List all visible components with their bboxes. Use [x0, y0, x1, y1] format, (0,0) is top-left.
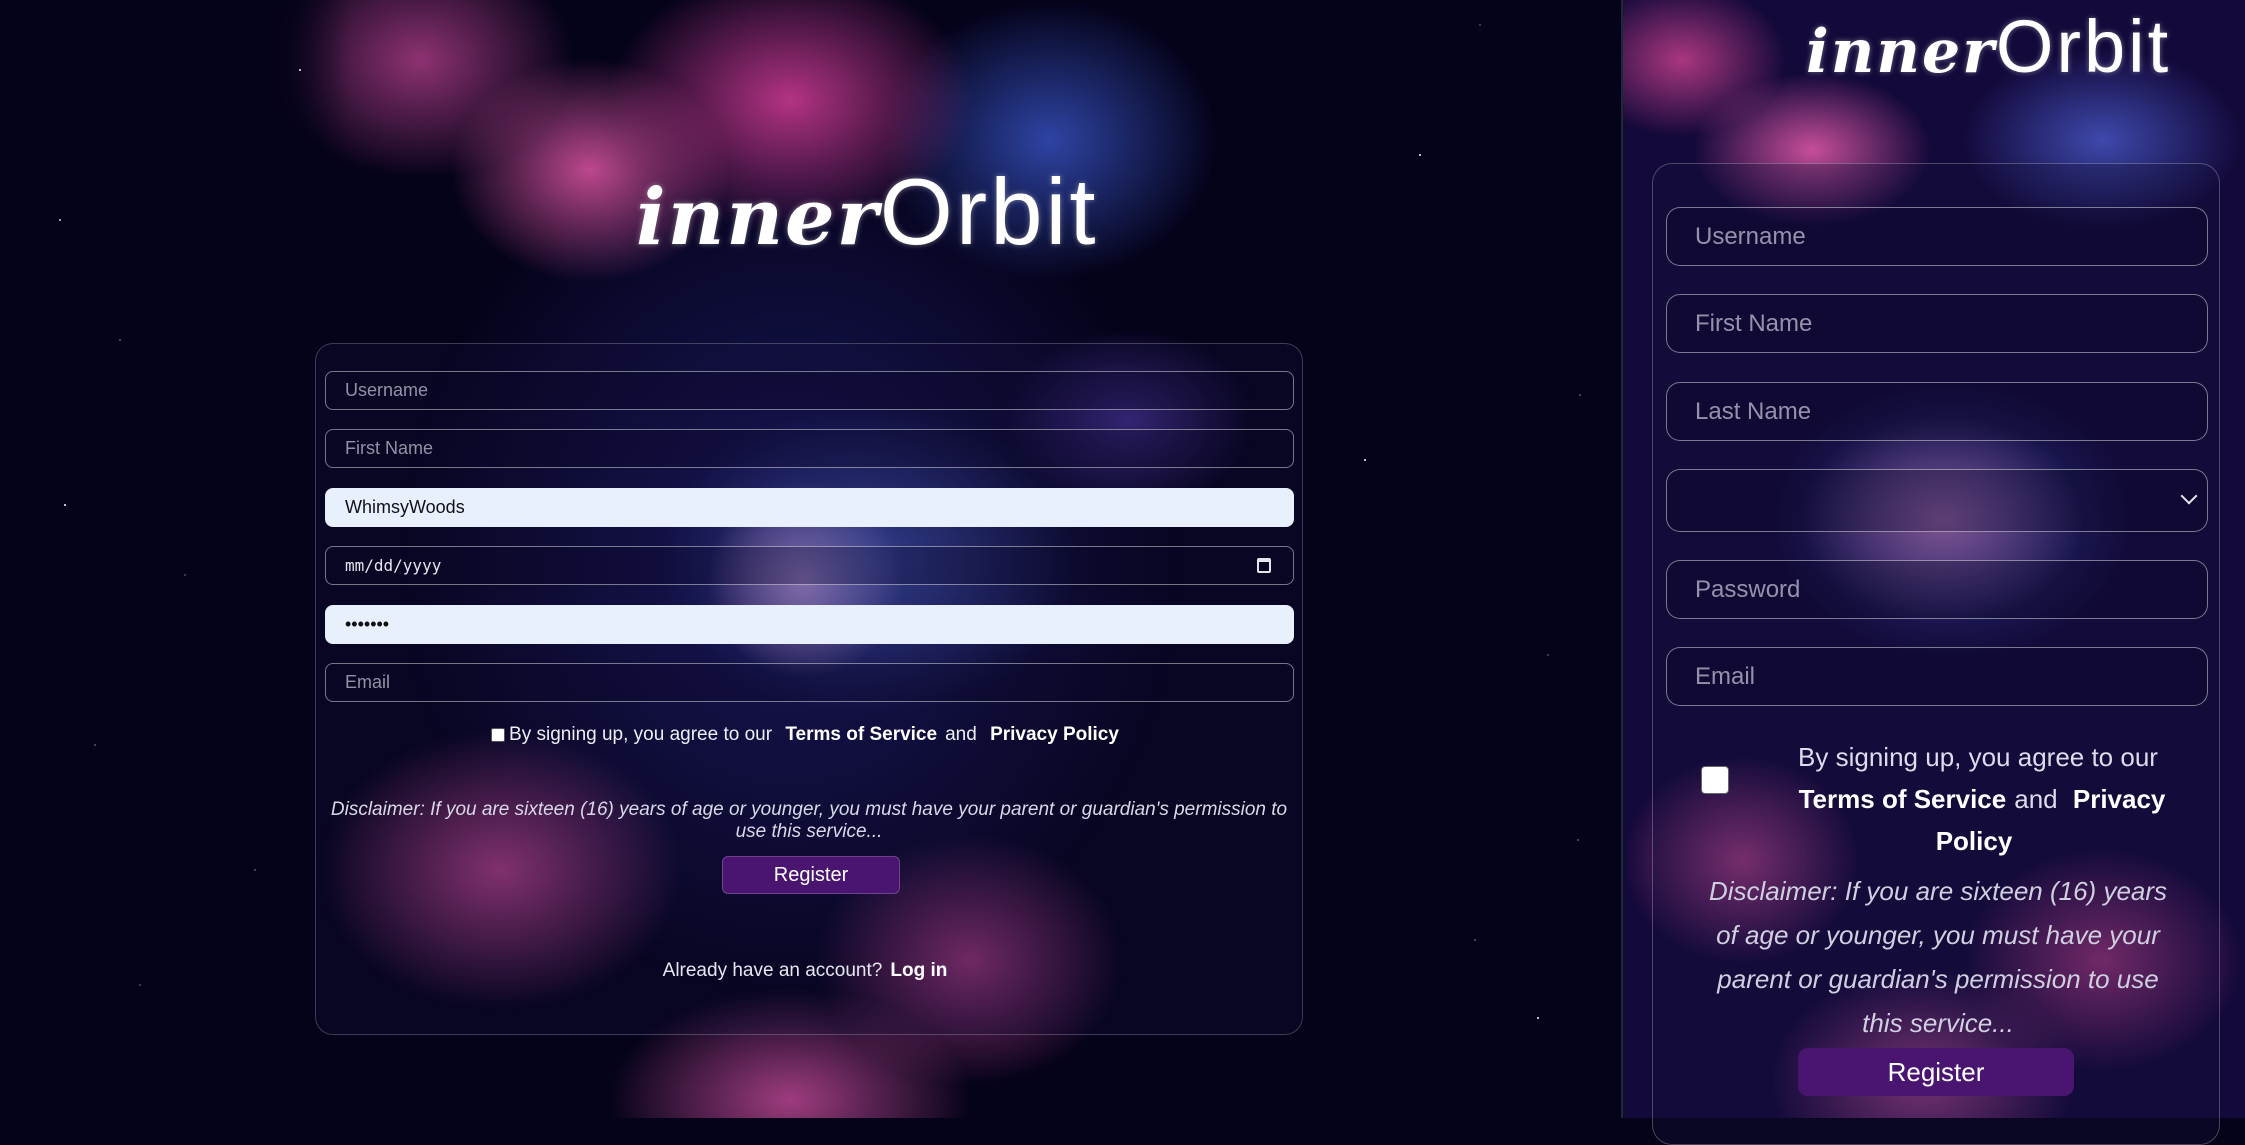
log-in-link[interactable]: Log in [890, 960, 947, 981]
inner-orbit-logo: innerOrbit [636, 158, 1098, 266]
age-disclaimer: Disclaimer: If you are sixteen (16) year… [330, 799, 1288, 842]
birthdate-placeholder: mm/dd/yyyy [345, 556, 442, 575]
terms-of-service-link[interactable]: Terms of Service [785, 724, 937, 745]
login-prompt-text: Already have an account? [662, 960, 883, 981]
terms-checkbox[interactable] [1701, 766, 1729, 794]
calendar-icon[interactable] [1257, 558, 1271, 573]
register-button[interactable]: Register [1798, 1048, 2074, 1096]
registration-form-mobile: Username First Name Last Name Password E… [1652, 163, 2220, 1145]
terms-prefix: By signing up, you agree to our [509, 724, 773, 745]
login-prompt: Already have an account? Log in [316, 960, 1302, 982]
logo-word-text: Orbit [879, 159, 1099, 264]
terms-and: and [2014, 784, 2058, 814]
inner-orbit-logo-mobile: innerOrbit [1806, 4, 2171, 89]
first-name-input[interactable]: First Name [325, 429, 1294, 468]
terms-checkbox[interactable] [491, 727, 506, 742]
logo-word-text: Orbit [1995, 5, 2172, 88]
first-name-input[interactable]: First Name [1666, 294, 2208, 353]
age-disclaimer: Disclaimer: If you are sixteen (16) year… [1708, 876, 2168, 1038]
register-button[interactable]: Register [722, 856, 900, 894]
gender-select[interactable] [1666, 469, 2208, 532]
username-input[interactable]: Username [1666, 207, 2208, 266]
terms-agreement: By signing up, you agree to our Terms of… [316, 724, 1302, 746]
terms-agreement: By signing up, you agree to our Terms of… [1763, 736, 2193, 862]
email-input[interactable]: Email [1666, 647, 2208, 706]
password-input[interactable]: ••••••• [325, 605, 1294, 644]
last-name-input[interactable]: Last Name [1666, 382, 2208, 441]
logo-script-text: inner [636, 172, 880, 263]
terms-and: and [945, 724, 977, 745]
privacy-policy-link[interactable]: Privacy Policy [990, 724, 1119, 745]
registration-form: Username First Name WhimsyWoods mm/dd/yy… [315, 343, 1303, 1035]
terms-prefix: By signing up, you agree to our [1798, 742, 2158, 772]
terms-of-service-link[interactable]: Terms of Service [1799, 784, 2007, 814]
last-name-input[interactable]: WhimsyWoods [325, 488, 1294, 527]
email-input[interactable]: Email [325, 663, 1294, 702]
logo-script-text: inner [1806, 17, 1996, 87]
username-input[interactable]: Username [325, 371, 1294, 410]
password-input[interactable]: Password [1666, 560, 2208, 619]
view-divider [1621, 0, 1623, 1118]
birthdate-input[interactable]: mm/dd/yyyy [325, 546, 1294, 585]
chevron-down-icon [2180, 487, 2198, 505]
